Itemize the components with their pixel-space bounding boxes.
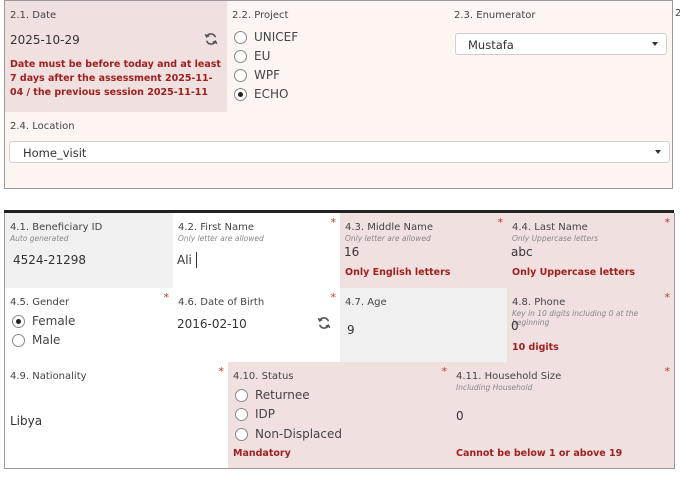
age-label: 4.7. Age	[345, 297, 387, 308]
refresh-icon[interactable]	[317, 316, 331, 330]
required-marker: *	[664, 291, 671, 304]
phone-hint: Key in 10 digits including 0 at the begi…	[512, 309, 639, 327]
household-label: 4.11. Household Size	[456, 371, 562, 382]
first-name-label: 4.2. First Name	[178, 222, 254, 233]
beneficiary-id-label: 4.1. Beneficiary ID	[10, 222, 103, 233]
first-name-cell: * 4.2. First Name Only letter are allowe…	[173, 213, 341, 289]
phone-input[interactable]: 0	[511, 319, 519, 333]
location-label: 2.4. Location	[10, 121, 75, 132]
required-marker: *	[664, 216, 671, 229]
required-marker: *	[664, 365, 671, 378]
first-name-input[interactable]: Ali	[177, 253, 192, 267]
text-cursor	[196, 252, 197, 268]
enumerator-value: Mustafa	[468, 38, 514, 52]
radio-icon	[234, 68, 247, 82]
phone-cell: * 4.8. Phone Key in 10 digits including …	[507, 288, 675, 363]
middle-name-error: Only English letters	[345, 267, 451, 278]
radio-icon	[235, 427, 248, 441]
status-error: Mandatory	[233, 448, 291, 459]
chevron-down-icon	[655, 150, 661, 154]
option-label: WPF	[254, 68, 281, 82]
nationality-input[interactable]: Libya	[10, 414, 42, 428]
location-select[interactable]: Home_visit	[9, 141, 670, 163]
status-cell: * 4.10. Status Returnee IDP Non-Displace…	[228, 362, 452, 469]
required-marker: *	[330, 291, 337, 304]
beneficiary-id-hint: Auto generated	[10, 234, 69, 243]
required-marker: *	[441, 365, 448, 378]
middle-name-label: 4.3. Middle Name	[345, 222, 433, 233]
first-name-hint: Only letter are allowed	[178, 234, 264, 243]
radio-selected-icon	[12, 314, 25, 328]
option-label: Female	[32, 314, 76, 328]
required-marker: *	[497, 216, 504, 229]
radio-icon	[235, 388, 248, 402]
last-name-label: 4.4. Last Name	[512, 222, 588, 233]
dob-label: 4.6. Date of Birth	[178, 297, 265, 308]
household-input[interactable]: 0	[456, 409, 464, 423]
radio-selected-icon	[234, 87, 247, 101]
option-label: Male	[32, 333, 61, 347]
project-option-wpf[interactable]: WPF	[234, 68, 280, 82]
date-input[interactable]: 2025-10-29	[10, 33, 80, 47]
last-name-hint: Only Uppercase letters	[512, 234, 599, 243]
last-name-input[interactable]: abc	[511, 245, 533, 259]
option-label: IDP	[255, 407, 276, 421]
project-option-unicef[interactable]: UNICEF	[234, 30, 298, 44]
project-cell: 2.2. Project UNICEF EU WPF ECHO	[227, 0, 450, 113]
middle-name-hint: Only letter are allowed	[345, 234, 431, 243]
age-value: 9	[347, 323, 355, 337]
household-error: Cannot be below 1 or above 19	[456, 448, 623, 459]
last-name-cell: * 4.4. Last Name Only Uppercase letters …	[507, 213, 675, 289]
refresh-icon[interactable]	[204, 32, 218, 46]
last-name-error: Only Uppercase letters	[512, 267, 636, 278]
option-label: UNICEF	[254, 30, 299, 44]
middle-name-cell: * 4.3. Middle Name Only letter are allow…	[340, 213, 508, 289]
date-error: Date must be before today and at least 7…	[10, 59, 221, 98]
project-label: 2.2. Project	[232, 10, 289, 21]
status-label: 4.10. Status	[233, 371, 294, 382]
radio-icon	[12, 333, 25, 347]
enumerator-select[interactable]: Mustafa	[455, 33, 667, 55]
status-option-non-displaced[interactable]: Non-Displaced	[235, 427, 342, 441]
radio-icon	[234, 30, 247, 44]
option-label: EU	[254, 49, 271, 63]
location-cell: 2.4. Location Home_visit	[4, 112, 673, 189]
radio-icon	[235, 407, 248, 421]
required-marker: *	[163, 291, 170, 304]
date-cell: 2.1. Date 2025-10-29 Date must be before…	[4, 0, 228, 113]
option-label: Returnee	[255, 388, 310, 402]
phone-error: 10 digits	[512, 342, 559, 353]
option-label: ECHO	[254, 87, 289, 101]
chevron-down-icon	[652, 42, 658, 46]
status-option-idp[interactable]: IDP	[235, 407, 275, 421]
date-label: 2.1. Date	[10, 10, 57, 21]
location-value: Home_visit	[23, 146, 87, 160]
gender-option-female[interactable]: Female	[12, 314, 75, 328]
beneficiary-id-value: 4524-21298	[13, 253, 87, 267]
radio-icon	[234, 49, 247, 63]
dob-input[interactable]: 2016-02-10	[177, 317, 247, 331]
enumerator-label: 2.3. Enumerator	[454, 10, 536, 21]
edge-label: 2	[675, 8, 680, 19]
required-marker: *	[218, 365, 225, 378]
middle-name-input[interactable]: 16	[344, 245, 359, 259]
project-option-echo[interactable]: ECHO	[234, 87, 288, 101]
beneficiary-id-cell: 4.1. Beneficiary ID Auto generated 4524-…	[4, 213, 174, 289]
phone-label: 4.8. Phone	[512, 297, 566, 308]
household-cell: * 4.11. Household Size Including Househo…	[451, 362, 675, 469]
option-label: Non-Displaced	[255, 427, 342, 441]
dob-cell: * 4.6. Date of Birth 2016-02-10	[173, 288, 341, 363]
status-option-returnee[interactable]: Returnee	[235, 388, 310, 402]
enumerator-cell: 2.3. Enumerator Mustafa	[449, 0, 673, 113]
household-hint: Including Household	[456, 383, 533, 392]
nationality-label: 4.9. Nationality	[10, 371, 87, 382]
gender-option-male[interactable]: Male	[12, 333, 60, 347]
nationality-cell: * 4.9. Nationality Libya	[4, 362, 229, 469]
project-option-eu[interactable]: EU	[234, 49, 270, 63]
age-cell: 4.7. Age 9	[340, 288, 508, 363]
gender-label: 4.5. Gender	[10, 297, 70, 308]
required-marker: *	[330, 216, 337, 229]
gender-cell: * 4.5. Gender Female Male	[4, 288, 174, 363]
